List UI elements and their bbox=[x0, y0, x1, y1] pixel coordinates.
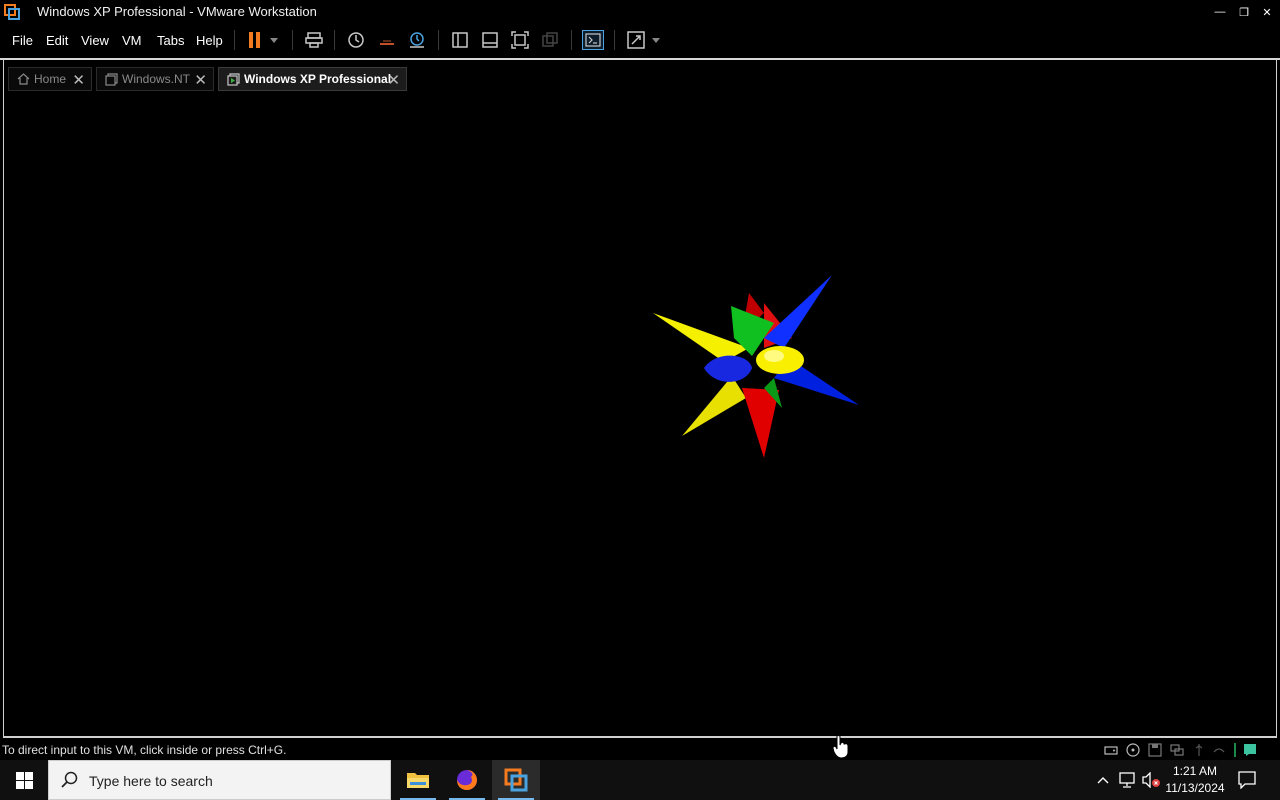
vm-icon bbox=[104, 72, 118, 86]
full-screen-icon[interactable] bbox=[509, 30, 531, 50]
console-view-icon[interactable] bbox=[582, 30, 604, 50]
search-icon bbox=[61, 771, 79, 794]
menu-tabs[interactable]: Tabs bbox=[157, 33, 184, 48]
suspend-button[interactable] bbox=[244, 30, 266, 50]
vm-display[interactable] bbox=[3, 98, 1277, 738]
tab-label: Windows.NT bbox=[122, 72, 191, 86]
menu-view[interactable]: View bbox=[81, 33, 109, 48]
vmware-workstation-taskbar-button[interactable] bbox=[492, 760, 540, 800]
menu-vm[interactable]: VM bbox=[122, 33, 142, 48]
close-button[interactable]: ✕ bbox=[1255, 0, 1279, 24]
notifications-icon[interactable] bbox=[1237, 770, 1257, 790]
windows-logo-icon bbox=[15, 771, 33, 789]
floppy-icon[interactable] bbox=[1148, 743, 1162, 757]
flower-box-screensaver bbox=[653, 275, 859, 458]
snapshot-manager-icon[interactable] bbox=[406, 30, 428, 50]
sound-card-icon[interactable] bbox=[1212, 743, 1226, 757]
show-hidden-icons-chevron[interactable] bbox=[1093, 770, 1113, 790]
search-placeholder: Type here to search bbox=[89, 773, 213, 789]
stretch-dropdown-arrow[interactable] bbox=[648, 30, 664, 50]
close-tab-icon[interactable]: ✕ bbox=[194, 71, 207, 89]
file-explorer-icon bbox=[407, 773, 429, 788]
windows-taskbar: Type here to search 1:21 AM 11/13/2024 bbox=[0, 760, 1280, 800]
status-divider bbox=[1234, 743, 1236, 757]
tab-label: Windows XP Professional bbox=[244, 72, 392, 86]
unity-icon bbox=[539, 30, 561, 50]
menu-edit[interactable]: Edit bbox=[46, 33, 68, 48]
tab-label: Home bbox=[34, 72, 67, 86]
snapshot-icon[interactable] bbox=[345, 30, 367, 50]
file-explorer-taskbar-button[interactable] bbox=[394, 760, 442, 800]
tab-windows-xp-professional[interactable]: Windows XP Professional ✕ bbox=[218, 67, 407, 91]
toolbar-separator bbox=[571, 30, 572, 50]
restore-button[interactable]: ❐ bbox=[1232, 0, 1256, 24]
toolbar-separator bbox=[334, 30, 335, 50]
taskbar-search-box[interactable]: Type here to search bbox=[48, 760, 391, 800]
clock-time: 1:21 AM bbox=[1172, 764, 1218, 778]
hard-disk-icon[interactable] bbox=[1104, 743, 1118, 757]
firefox-taskbar-button[interactable] bbox=[443, 760, 491, 800]
start-button[interactable] bbox=[0, 760, 48, 800]
toolbar-separator bbox=[614, 30, 615, 50]
message-log-icon[interactable] bbox=[1243, 743, 1257, 757]
revert-snapshot-icon[interactable] bbox=[376, 30, 398, 50]
toolbar-separator bbox=[292, 30, 293, 50]
toolbar-separator bbox=[438, 30, 439, 50]
stretch-guest-icon[interactable] bbox=[625, 30, 647, 50]
tab-strip: Home ✕ Windows.NT ✕ Windows XP Professio… bbox=[3, 60, 1277, 98]
menu-help[interactable]: Help bbox=[196, 33, 223, 48]
menu-file[interactable]: File bbox=[12, 33, 33, 48]
window-title: Windows XP Professional - VMware Worksta… bbox=[37, 4, 317, 19]
toolbar-separator bbox=[234, 30, 235, 50]
title-bar: Windows XP Professional - VMware Worksta… bbox=[0, 0, 1280, 24]
minimize-button[interactable]: — bbox=[1208, 0, 1232, 24]
firefox-icon bbox=[457, 770, 477, 790]
volume-muted-icon[interactable] bbox=[1141, 770, 1161, 790]
thumbnail-bar-icon[interactable] bbox=[479, 30, 501, 50]
close-tab-icon[interactable]: ✕ bbox=[387, 71, 400, 89]
tab-home[interactable]: Home ✕ bbox=[8, 67, 92, 91]
show-library-icon[interactable] bbox=[449, 30, 471, 50]
usb-icon[interactable] bbox=[1192, 743, 1206, 757]
send-ctrl-alt-del-icon[interactable] bbox=[303, 30, 325, 50]
network-adapter-icon[interactable] bbox=[1170, 743, 1184, 757]
clock-date: 11/13/2024 bbox=[1165, 781, 1225, 795]
power-dropdown-arrow[interactable] bbox=[266, 30, 282, 50]
vmware-icon bbox=[504, 768, 528, 792]
cd-rom-icon[interactable] bbox=[1126, 743, 1140, 757]
status-message: To direct input to this VM, click inside… bbox=[2, 743, 287, 757]
close-tab-icon[interactable]: ✕ bbox=[72, 71, 85, 89]
home-icon bbox=[16, 72, 30, 86]
vmware-app-icon[interactable] bbox=[4, 4, 20, 20]
vm-running-icon bbox=[226, 72, 240, 86]
network-icon[interactable] bbox=[1117, 770, 1137, 790]
taskbar-clock[interactable]: 1:21 AM 11/13/2024 bbox=[1162, 763, 1228, 797]
status-bar: To direct input to this VM, click inside… bbox=[0, 740, 1280, 760]
tab-windows-nt[interactable]: Windows.NT ✕ bbox=[96, 67, 214, 91]
